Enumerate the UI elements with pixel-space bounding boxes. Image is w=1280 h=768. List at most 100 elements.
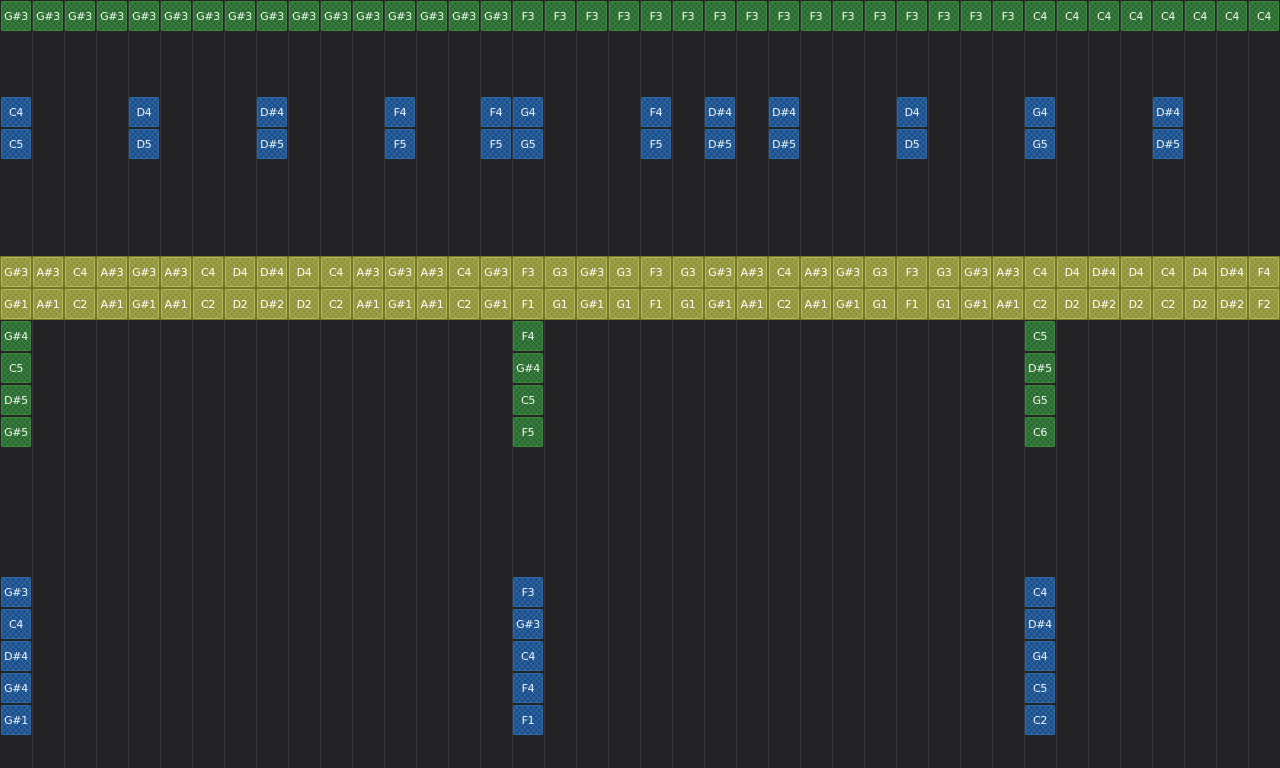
yellow-note-block[interactable]: D#2 [1089,289,1119,319]
green-note-block[interactable]: G#3 [97,1,127,31]
blue-note-block[interactable]: G5 [513,129,543,159]
green-note-block[interactable]: G#3 [289,1,319,31]
yellow-note-block[interactable]: D4 [1121,257,1151,287]
green-note-block[interactable]: G#3 [481,1,511,31]
green-note-block[interactable]: F3 [705,1,735,31]
blue-note-block[interactable]: D#4 [769,97,799,127]
yellow-note-block[interactable]: C4 [65,257,95,287]
yellow-note-block[interactable]: A#1 [801,289,831,319]
yellow-note-block[interactable]: G#1 [833,289,863,319]
yellow-note-block[interactable]: F4 [1249,257,1279,287]
yellow-note-block[interactable]: A#3 [801,257,831,287]
yellow-note-block[interactable]: A#3 [737,257,767,287]
yellow-note-block[interactable]: C2 [65,289,95,319]
yellow-note-block[interactable]: G3 [929,257,959,287]
yellow-note-block[interactable]: A#3 [417,257,447,287]
yellow-note-block[interactable]: F3 [513,257,543,287]
yellow-note-block[interactable]: A#3 [161,257,191,287]
green-note-block[interactable]: G#3 [65,1,95,31]
green-note-block[interactable]: D#5 [1,385,31,415]
yellow-note-block[interactable]: G#1 [385,289,415,319]
green-note-block[interactable]: G#5 [1,417,31,447]
yellow-note-block[interactable]: G#1 [961,289,991,319]
green-note-block[interactable]: F3 [769,1,799,31]
yellow-note-block[interactable]: G1 [545,289,575,319]
blue-note-block[interactable]: G5 [1025,129,1055,159]
yellow-note-block[interactable]: D4 [1185,257,1215,287]
blue-note-block[interactable]: G#3 [1,577,31,607]
green-note-block[interactable]: G#3 [225,1,255,31]
green-note-block[interactable]: C4 [1249,1,1279,31]
yellow-note-block[interactable]: F3 [897,257,927,287]
yellow-note-block[interactable]: D2 [1185,289,1215,319]
yellow-note-block[interactable]: C2 [769,289,799,319]
yellow-note-block[interactable]: G3 [865,257,895,287]
yellow-note-block[interactable]: A#1 [417,289,447,319]
green-note-block[interactable]: F3 [929,1,959,31]
blue-note-block[interactable]: C4 [513,641,543,671]
yellow-note-block[interactable]: A#1 [33,289,63,319]
blue-note-block[interactable]: D5 [129,129,159,159]
green-note-block[interactable]: F5 [513,417,543,447]
yellow-note-block[interactable]: C2 [1025,289,1055,319]
green-note-block[interactable]: F3 [897,1,927,31]
yellow-note-block[interactable]: G#1 [129,289,159,319]
yellow-note-block[interactable]: D#4 [1089,257,1119,287]
blue-note-block[interactable]: D#4 [257,97,287,127]
yellow-note-block[interactable]: A#1 [161,289,191,319]
blue-note-block[interactable]: C4 [1025,577,1055,607]
blue-note-block[interactable]: C4 [1,97,31,127]
green-note-block[interactable]: G#3 [449,1,479,31]
yellow-note-block[interactable]: C4 [193,257,223,287]
green-note-block[interactable]: G#4 [1,321,31,351]
yellow-note-block[interactable]: A#1 [353,289,383,319]
green-note-block[interactable]: F3 [609,1,639,31]
blue-note-block[interactable]: F5 [481,129,511,159]
blue-note-block[interactable]: F4 [513,673,543,703]
green-note-block[interactable]: C4 [1025,1,1055,31]
green-note-block[interactable]: D#5 [1025,353,1055,383]
yellow-note-block[interactable]: D4 [225,257,255,287]
green-note-block[interactable]: F3 [833,1,863,31]
yellow-note-block[interactable]: G3 [545,257,575,287]
blue-note-block[interactable]: F1 [513,705,543,735]
yellow-note-block[interactable]: G#3 [705,257,735,287]
green-note-block[interactable]: G#3 [257,1,287,31]
blue-note-block[interactable]: F3 [513,577,543,607]
yellow-note-block[interactable]: D#4 [257,257,287,287]
yellow-note-block[interactable]: D#2 [1217,289,1247,319]
yellow-note-block[interactable]: A#3 [993,257,1023,287]
blue-note-block[interactable]: C4 [1,609,31,639]
yellow-note-block[interactable]: D2 [289,289,319,319]
green-note-block[interactable]: G#3 [353,1,383,31]
blue-note-block[interactable]: D5 [897,129,927,159]
blue-note-block[interactable]: F4 [481,97,511,127]
yellow-note-block[interactable]: F2 [1249,289,1279,319]
blue-note-block[interactable]: G4 [1025,641,1055,671]
green-note-block[interactable]: C4 [1057,1,1087,31]
green-note-block[interactable]: C4 [1153,1,1183,31]
blue-note-block[interactable]: D4 [129,97,159,127]
yellow-note-block[interactable]: G#3 [577,257,607,287]
yellow-note-block[interactable]: F1 [897,289,927,319]
green-note-block[interactable]: G#3 [33,1,63,31]
blue-note-block[interactable]: F5 [385,129,415,159]
green-note-block[interactable]: F3 [545,1,575,31]
green-note-block[interactable]: G#3 [193,1,223,31]
yellow-note-block[interactable]: G3 [609,257,639,287]
green-note-block[interactable]: C4 [1217,1,1247,31]
blue-note-block[interactable]: G#3 [513,609,543,639]
yellow-note-block[interactable]: C2 [449,289,479,319]
yellow-note-block[interactable]: G#1 [1,289,31,319]
yellow-note-block[interactable]: G#3 [1,257,31,287]
green-note-block[interactable]: G#3 [1,1,31,31]
green-note-block[interactable]: F4 [513,321,543,351]
green-note-block[interactable]: C4 [1089,1,1119,31]
yellow-note-block[interactable]: A#3 [97,257,127,287]
green-note-block[interactable]: G#3 [129,1,159,31]
yellow-note-block[interactable]: F1 [641,289,671,319]
green-note-block[interactable]: G#3 [161,1,191,31]
yellow-note-block[interactable]: G1 [929,289,959,319]
blue-note-block[interactable]: G4 [513,97,543,127]
yellow-note-block[interactable]: C2 [193,289,223,319]
